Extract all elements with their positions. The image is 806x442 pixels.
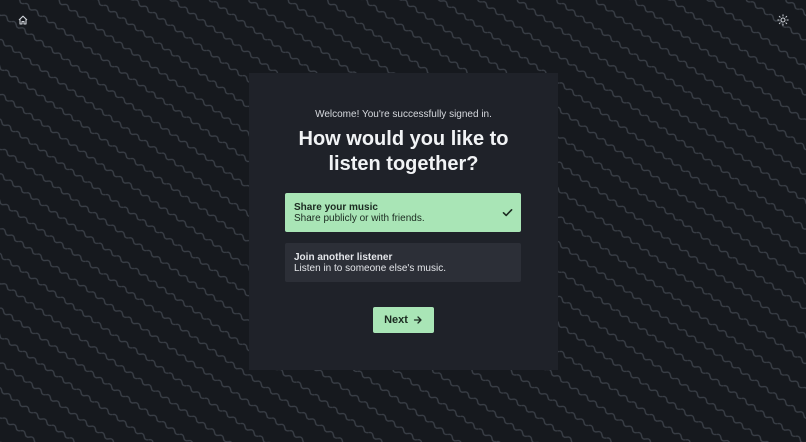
sun-icon[interactable] [776, 13, 790, 27]
check-icon [502, 209, 513, 217]
title-line-2: listen together? [328, 153, 479, 175]
option-join-listener[interactable]: Join another listener Listen in to someo… [285, 243, 521, 282]
page-title: How would you like to listen together? [269, 127, 538, 177]
option-title: Join another listener [294, 252, 393, 263]
option-description: Listen in to someone else's music. [294, 263, 446, 274]
option-description: Share publicly or with friends. [294, 213, 425, 224]
onboarding-card: Welcome! You're successfully signed in. … [249, 73, 558, 370]
arrow-right-icon [413, 316, 422, 324]
welcome-message: Welcome! You're successfully signed in. [315, 109, 492, 120]
option-title: Share your music [294, 202, 378, 213]
title-line-1: How would you like to [298, 128, 509, 150]
next-button[interactable]: Next [373, 307, 434, 333]
next-button-label: Next [384, 314, 408, 326]
home-icon[interactable] [16, 13, 30, 27]
option-share-music[interactable]: Share your music Share publicly or with … [285, 193, 521, 232]
